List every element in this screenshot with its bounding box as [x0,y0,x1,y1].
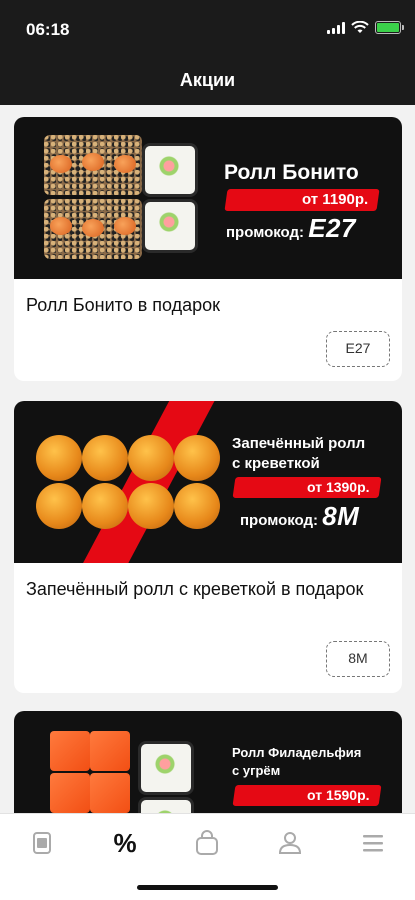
salmon-roll-image [90,731,130,771]
banner-promo-label: промокод: [226,224,305,241]
percent-icon: % [113,828,137,858]
banner-decor-stripe [65,401,223,563]
banner-price: от 1590р. [232,785,382,806]
banner-promo: промокод: E27 [226,213,356,244]
shopping-bag-icon [196,830,218,855]
tab-more[interactable] [357,828,389,858]
sushi-roll-image [44,135,142,195]
promo-title: Запечённый ролл с креветкой в подарок [26,579,364,599]
status-bar: 06:18 [0,0,415,58]
status-icons [327,21,404,34]
baked-roll-image [128,483,174,529]
promo-code-chip[interactable]: 8M [326,641,390,677]
baked-roll-image [174,483,220,529]
promo-card-philadelphia[interactable]: Ролл Филадельфия с угрём от 1590р. [14,711,402,813]
tab-promotions[interactable]: % [109,828,141,858]
profile-icon [278,832,302,854]
sushi-roll-image [138,741,194,795]
banner-promo-code: E27 [308,213,356,243]
promo-banner-shrimp: Запечённый ролл с креветкой от 1390р. пр… [14,401,402,563]
promo-card-shrimp[interactable]: Запечённый ролл с креветкой от 1390р. пр… [14,401,402,693]
banner-product-name-line2: с креветкой [232,455,320,472]
promo-code-chip[interactable]: E27 [326,331,390,367]
menu-book-icon [33,832,51,854]
banner-product-name-line2: с угрём [232,763,281,778]
baked-roll-image [82,483,128,529]
promo-card-bonito[interactable]: Ролл Бонито от 1190р. промокод: E27 Ролл… [14,117,402,381]
baked-roll-image [36,435,82,481]
promo-list[interactable]: Ролл Бонито от 1190р. промокод: E27 Ролл… [0,105,415,813]
promo-banner-bonito: Ролл Бонито от 1190р. промокод: E27 [14,117,402,279]
tab-cart[interactable] [191,828,223,858]
banner-product-name-line1: Ролл Филадельфия [232,745,362,760]
tab-profile[interactable] [274,828,306,858]
banner-product-name-line1: Запечённый ролл [232,435,366,452]
battery-icon [375,21,404,34]
tab-menu[interactable] [26,828,58,858]
sushi-roll-image [138,797,194,813]
banner-product-name: Ролл Бонито [224,161,359,184]
baked-roll-image [174,435,220,481]
salmon-roll-image [50,773,90,813]
banner-promo-code: 8M [322,501,360,531]
baked-roll-image [36,483,82,529]
banner-price: от 1390р. [232,477,382,498]
baked-roll-image [128,435,174,481]
promo-banner-philadelphia: Ролл Филадельфия с угрём от 1590р. [14,711,402,813]
promo-card-body: Ролл Бонито в подарок E27 [14,279,402,367]
home-indicator [137,885,278,890]
promo-title: Ролл Бонито в подарок [26,295,221,315]
salmon-roll-image [50,731,90,771]
status-time: 06:18 [26,20,70,39]
banner-promo-label: промокод: [240,512,319,529]
nav-bar: Акции [0,58,415,105]
sushi-roll-image [142,143,198,197]
wifi-icon [351,21,369,33]
sushi-roll-image [44,199,142,259]
promo-card-body: Запечённый ролл с креветкой в подарок 8M [14,563,402,677]
page-title: Акции [179,70,236,90]
cellular-signal-icon [327,21,345,34]
hamburger-menu-icon [363,835,383,852]
salmon-roll-image [90,773,130,813]
baked-roll-image [82,435,128,481]
banner-price: от 1190р. [224,189,380,211]
banner-promo: промокод: 8M [240,501,359,532]
sushi-roll-image [142,199,198,253]
